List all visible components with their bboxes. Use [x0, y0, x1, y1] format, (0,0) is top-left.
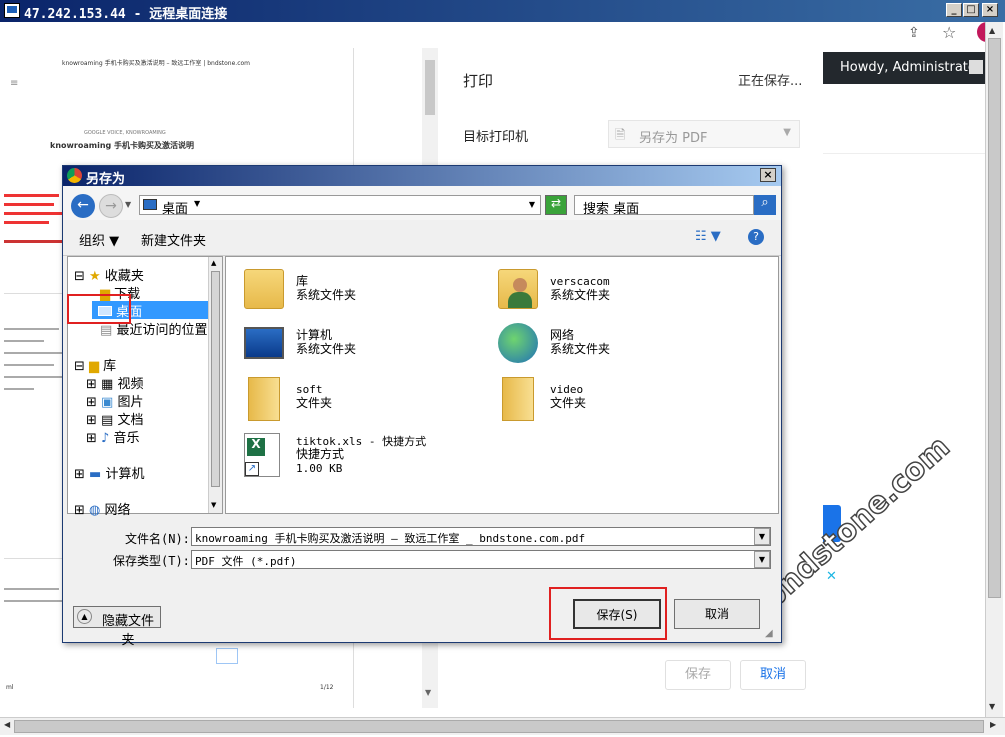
pdf-page-header: knowroaming 手机卡购买及激活说明 – 致远工作室 | bndston…	[62, 60, 251, 67]
print-status: 正在保存...	[738, 74, 803, 89]
pdf-footer-left: ml	[6, 684, 14, 691]
page-header-strip	[823, 84, 985, 154]
file-item-libraries[interactable]: 库 系统文件夹	[244, 269, 444, 313]
dialog-titlebar: 另存为 ×	[63, 166, 781, 187]
tree-favorites[interactable]: ⊟ ★ 收藏夹	[74, 265, 144, 284]
excel-shortcut-icon: X ↗	[244, 433, 280, 477]
pdf-ad-box	[216, 648, 238, 664]
tree-computer[interactable]: ⊞ ▬ 计算机	[74, 463, 144, 482]
address-text: 桌面	[162, 202, 189, 217]
search-input[interactable]: 搜索 桌面	[574, 195, 754, 217]
search-placeholder: 搜索 桌面	[583, 202, 640, 217]
cancel-button[interactable]: 取消	[674, 599, 760, 629]
print-cancel-button[interactable]: 取消	[740, 660, 806, 690]
share-icon[interactable]: ⇪	[908, 25, 920, 41]
address-row: ← → ▼ 桌面 ▼ ▼ ⇄ 搜索 桌面 ⌕	[63, 186, 781, 220]
rdp-app-icon	[4, 3, 20, 18]
address-bar[interactable]: 桌面 ▼ ▼	[139, 195, 541, 217]
menu-icon: ≡	[10, 78, 19, 89]
address-segment-arrow[interactable]: ▼	[194, 199, 200, 208]
rdp-minimize-button[interactable]: _	[946, 3, 962, 17]
filetype-dropdown-icon[interactable]: ▼	[754, 551, 770, 568]
folder-icon	[248, 377, 280, 421]
desktop-icon	[143, 199, 157, 210]
address-dropdown-icon[interactable]: ▼	[529, 200, 535, 209]
pdf-footer-right: 1/12	[320, 684, 334, 691]
user-folder-icon	[498, 269, 538, 309]
chrome-icon	[67, 168, 82, 183]
network-icon	[498, 323, 538, 363]
pdf-body-lines	[4, 318, 66, 400]
file-item-video[interactable]: video 文件夹	[498, 377, 698, 421]
browser-toolbar	[0, 22, 985, 46]
highlight-desktop	[67, 294, 131, 324]
chevron-down-icon: ▼	[783, 127, 791, 138]
help-icon[interactable]: ?	[748, 229, 764, 245]
tree-libraries[interactable]: ⊟ ▆ 库	[74, 355, 116, 374]
printer-select[interactable]: 🗎 另存为 PDF ▼	[608, 120, 800, 148]
file-item-computer[interactable]: 计算机 系统文件夹	[244, 323, 444, 367]
view-options-icon[interactable]: ☷ ▼	[695, 229, 721, 244]
new-folder-button[interactable]: 新建文件夹	[141, 230, 206, 249]
tree-network[interactable]: ⊞ ◍ 网络	[74, 499, 131, 518]
filetype-select[interactable]: PDF 文件 (*.pdf)	[191, 550, 771, 569]
filename-dropdown-icon[interactable]: ▼	[754, 528, 770, 545]
tree-scrollbar[interactable]: ▲ ▼	[208, 257, 222, 513]
print-save-button[interactable]: 保存	[665, 660, 731, 690]
history-dropdown-icon[interactable]: ▼	[125, 200, 131, 209]
forward-button[interactable]: →	[99, 194, 123, 218]
pdf-body-text	[4, 188, 66, 288]
filetype-label: 保存类型(T):	[113, 554, 190, 568]
refresh-button[interactable]: ⇄	[545, 195, 567, 215]
folder-icon	[502, 377, 534, 421]
dialog-close-button[interactable]: ×	[760, 168, 776, 182]
avatar[interactable]	[969, 60, 983, 74]
dialog-title: 另存为	[86, 172, 126, 187]
rdp-titlebar: 47.242.153.44 - 远程桌面连接 _ □ ×	[0, 0, 1005, 22]
browser-vertical-scrollbar[interactable]: ▲ ▼	[985, 22, 1003, 717]
printer-select-value: 另存为 PDF	[639, 131, 708, 146]
printer-label: 目标打印机	[463, 130, 529, 145]
library-folder-icon	[244, 269, 284, 309]
computer-icon	[244, 327, 284, 359]
rdp-close-button[interactable]: ×	[982, 3, 998, 17]
tree-pictures[interactable]: ⊞ ▣ 图片	[86, 391, 143, 410]
save-as-dialog: 另存为 × ← → ▼ 桌面 ▼ ▼ ⇄ 搜索 桌面 ⌕ 组织 ▼ 新建文件夹 …	[62, 165, 782, 648]
organize-button[interactable]: 组织 ▼	[79, 230, 119, 249]
pdf-heading: knowroaming 手机卡购买及激活说明	[50, 141, 195, 150]
bookmark-star-icon[interactable]: ☆	[942, 23, 956, 42]
search-icon[interactable]: ⌕	[754, 195, 776, 215]
file-item-user[interactable]: verscacom 系统文件夹	[498, 269, 698, 313]
pdf-heading-small: GOOGLE VOICE, KNOWROAMING	[84, 130, 166, 136]
back-button[interactable]: ←	[71, 194, 95, 218]
browser-horizontal-scrollbar[interactable]: ◀ ▶	[0, 717, 1005, 735]
tree-documents[interactable]: ⊞ ▤ 文档	[86, 409, 143, 428]
rdp-window-title: 47.242.153.44 - 远程桌面连接	[24, 7, 228, 22]
pdf-file-icon: 🗎	[615, 128, 626, 143]
print-title: 打印	[463, 72, 494, 90]
resize-grip-icon[interactable]: ◢	[765, 628, 773, 639]
file-item-tiktok-shortcut[interactable]: X ↗ tiktok.xls - 快捷方式 快捷方式 1.00 KB	[244, 431, 504, 481]
wp-admin-bar: Howdy, Administrator	[823, 52, 985, 84]
admin-greeting[interactable]: Howdy, Administrator	[840, 60, 981, 75]
pdf-body-lines-2	[4, 578, 66, 612]
file-item-soft[interactable]: soft 文件夹	[244, 377, 444, 421]
hide-folders-button[interactable]: ▲ 隐藏文件夹	[73, 606, 161, 648]
filename-input[interactable]: knowroaming 手机卡购买及激活说明 – 致远工作室 _ bndston…	[191, 527, 771, 546]
highlight-save	[549, 587, 667, 640]
filename-label: 文件名(N):	[125, 532, 190, 546]
dialog-toolbar: 组织 ▼ 新建文件夹 ☷ ▼ ?	[63, 222, 781, 256]
file-list: 库 系统文件夹 verscacom 系统文件夹 计算机 系统文件夹 网络 系统文…	[225, 256, 779, 514]
tree-videos[interactable]: ⊞ ▦ 视频	[86, 373, 143, 392]
chevron-up-icon: ▲	[77, 609, 92, 624]
rdp-maximize-button[interactable]: □	[963, 3, 979, 17]
file-item-network[interactable]: 网络 系统文件夹	[498, 323, 698, 367]
tree-music[interactable]: ⊞ ♪ 音乐	[86, 427, 139, 446]
